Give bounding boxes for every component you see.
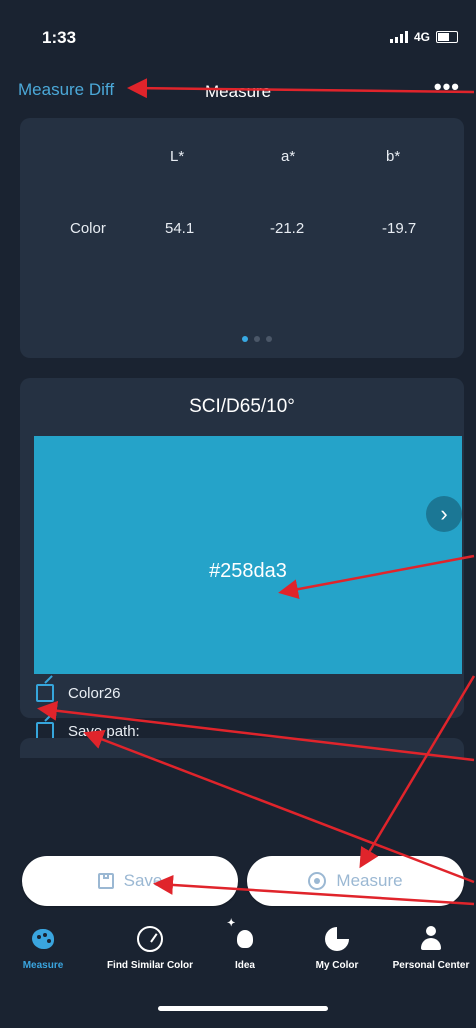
annotation-arrow <box>83 730 475 884</box>
annotation-arrow <box>359 675 476 869</box>
annotation-arrow <box>127 78 475 99</box>
annotation-arrows <box>37 78 476 906</box>
annotation-arrow <box>153 874 475 906</box>
app-screen: 1:33 4G Measure Diff Measure ••• L* a* b… <box>0 0 476 1028</box>
annotation-arrow <box>278 554 475 600</box>
annotation-arrow <box>37 700 475 762</box>
